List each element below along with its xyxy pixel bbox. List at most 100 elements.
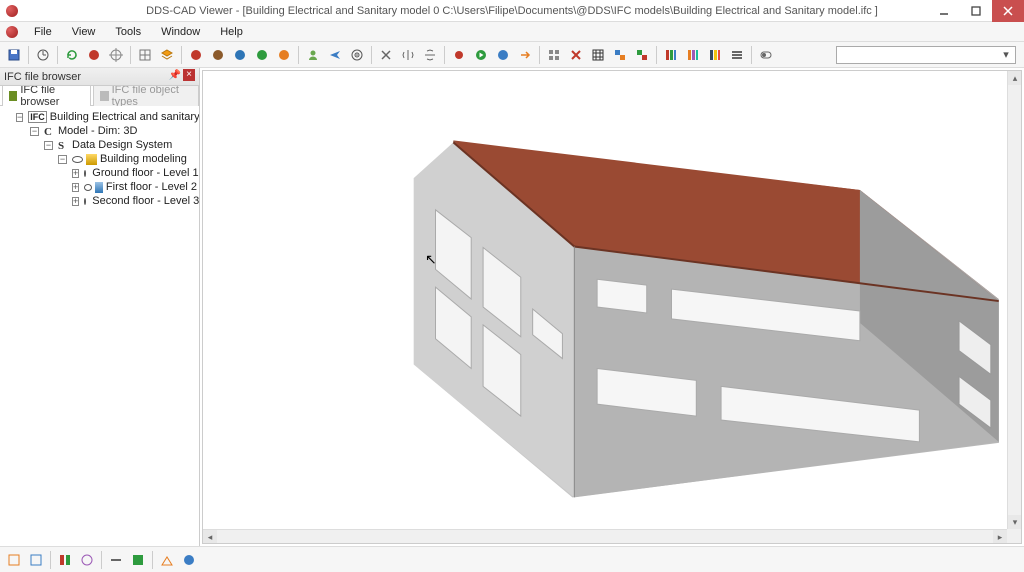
bars-icon[interactable] [727, 45, 747, 65]
target-icon[interactable] [347, 45, 367, 65]
vertical-scrollbar[interactable]: ▴ ▾ [1007, 71, 1021, 529]
menu-file[interactable]: File [26, 24, 60, 40]
plane-icon[interactable] [325, 45, 345, 65]
ifc-tree[interactable]: − IFC Building Electrical and sanitary m… [0, 106, 199, 546]
tool2-icon[interactable] [26, 550, 46, 570]
pin-icon[interactable]: 📌 [169, 70, 181, 81]
tree-label: Data Design System [72, 139, 172, 151]
tool6-icon[interactable] [128, 550, 148, 570]
tool5-icon[interactable] [106, 550, 126, 570]
panel-close-icon[interactable]: × [183, 69, 195, 81]
record2-icon[interactable] [449, 45, 469, 65]
flip-h-icon[interactable] [398, 45, 418, 65]
building-icon [86, 154, 97, 165]
tab-icon [100, 91, 108, 101]
separator-icon [371, 46, 372, 64]
scroll-left-icon[interactable]: ◂ [203, 530, 217, 544]
ifc-icon: IFC [28, 111, 47, 123]
flip-v-icon[interactable] [420, 45, 440, 65]
palette1-icon[interactable] [661, 45, 681, 65]
chevron-down-icon: ▾ [999, 48, 1013, 61]
tree-root[interactable]: − IFC Building Electrical and sanitary m… [16, 110, 197, 124]
collapse-icon[interactable]: − [44, 141, 53, 150]
grid2-icon[interactable] [588, 45, 608, 65]
palette3-icon[interactable] [705, 45, 725, 65]
crosshair-icon[interactable] [106, 45, 126, 65]
eye-icon[interactable] [84, 170, 86, 177]
menu-tools[interactable]: Tools [107, 24, 149, 40]
title-bar: DDS-CAD Viewer - [Building Electrical an… [0, 0, 1024, 22]
menu-window[interactable]: Window [153, 24, 208, 40]
grid-icon[interactable] [135, 45, 155, 65]
close-button[interactable] [992, 0, 1024, 22]
scroll-up-icon[interactable]: ▴ [1008, 71, 1022, 85]
tree-level-2[interactable]: + First floor - Level 2 [72, 180, 197, 194]
swatch-icon[interactable] [610, 45, 630, 65]
collapse-icon[interactable]: − [58, 155, 67, 164]
scroll-down-icon[interactable]: ▾ [1008, 515, 1022, 529]
minimize-button[interactable] [928, 0, 960, 22]
panel-header[interactable]: IFC file browser 📌 × [0, 68, 199, 86]
separator-icon [539, 46, 540, 64]
tab-label: IFC file browser [20, 84, 84, 108]
menu-bar: File View Tools Window Help [0, 22, 1024, 42]
tree-model[interactable]: − C Model - Dim: 3D [30, 124, 197, 138]
globe-blue-icon[interactable] [230, 45, 250, 65]
arrow-icon[interactable] [515, 45, 535, 65]
tab-icon [9, 91, 17, 101]
boxes-icon[interactable] [544, 45, 564, 65]
palette2-icon[interactable] [683, 45, 703, 65]
menu-view[interactable]: View [64, 24, 104, 40]
toggle-icon[interactable] [756, 45, 776, 65]
eye-icon[interactable] [72, 156, 83, 163]
window-title: DDS-CAD Viewer - [Building Electrical an… [146, 5, 878, 17]
system-icon: S [58, 140, 69, 151]
horizontal-scrollbar[interactable]: ◂ ▸ [203, 529, 1007, 543]
scroll-corner [1007, 529, 1021, 543]
tree-system[interactable]: − S Data Design System [44, 138, 197, 152]
maximize-button[interactable] [960, 0, 992, 22]
tree-label: Second floor - Level 3 [92, 195, 199, 207]
globe-orange-icon[interactable] [274, 45, 294, 65]
expand-icon[interactable]: + [72, 169, 79, 178]
menu-help[interactable]: Help [212, 24, 251, 40]
separator-icon [101, 551, 102, 569]
refresh-icon[interactable] [62, 45, 82, 65]
x-red-icon[interactable] [566, 45, 586, 65]
collapse-icon[interactable]: − [16, 113, 23, 122]
tree-level-1[interactable]: + Ground floor - Level 1 [72, 166, 197, 180]
swatch2-icon[interactable] [632, 45, 652, 65]
scroll-right-icon[interactable]: ▸ [993, 530, 1007, 544]
tool1-icon[interactable] [4, 550, 24, 570]
tree-building[interactable]: − Building modeling [58, 152, 197, 166]
globe-brown-icon[interactable] [208, 45, 228, 65]
tool4-icon[interactable] [77, 550, 97, 570]
tree-label: Model - Dim: 3D [58, 125, 137, 137]
save-icon[interactable] [4, 45, 24, 65]
eye-icon[interactable] [84, 198, 86, 205]
tool8-icon[interactable] [179, 550, 199, 570]
eye-icon[interactable] [84, 184, 92, 191]
ifc-browser-panel: IFC file browser 📌 × IFC file browser IF… [0, 68, 200, 546]
tree-level-3[interactable]: + Second floor - Level 3 [72, 194, 197, 208]
3d-viewport[interactable]: ↖ ▴ ▾ ◂ ▸ [202, 70, 1022, 544]
play-green-icon[interactable] [471, 45, 491, 65]
toolbar-select[interactable]: ▾ [836, 46, 1016, 64]
tool7-icon[interactable] [157, 550, 177, 570]
collapse-icon[interactable]: − [30, 127, 39, 136]
globe-red-icon[interactable] [186, 45, 206, 65]
clock-icon[interactable] [33, 45, 53, 65]
user-icon[interactable] [303, 45, 323, 65]
circle-blue-icon[interactable] [493, 45, 513, 65]
expand-icon[interactable]: + [72, 183, 79, 192]
cut-icon[interactable] [376, 45, 396, 65]
tool3-icon[interactable] [55, 550, 75, 570]
layers-icon[interactable] [157, 45, 177, 65]
separator-icon [181, 46, 182, 64]
record-icon[interactable] [84, 45, 104, 65]
separator-icon [50, 551, 51, 569]
separator-icon [57, 46, 58, 64]
tree-label: Building Electrical and sanitary model.i… [50, 111, 199, 123]
globe-green-icon[interactable] [252, 45, 272, 65]
expand-icon[interactable]: + [72, 197, 79, 206]
